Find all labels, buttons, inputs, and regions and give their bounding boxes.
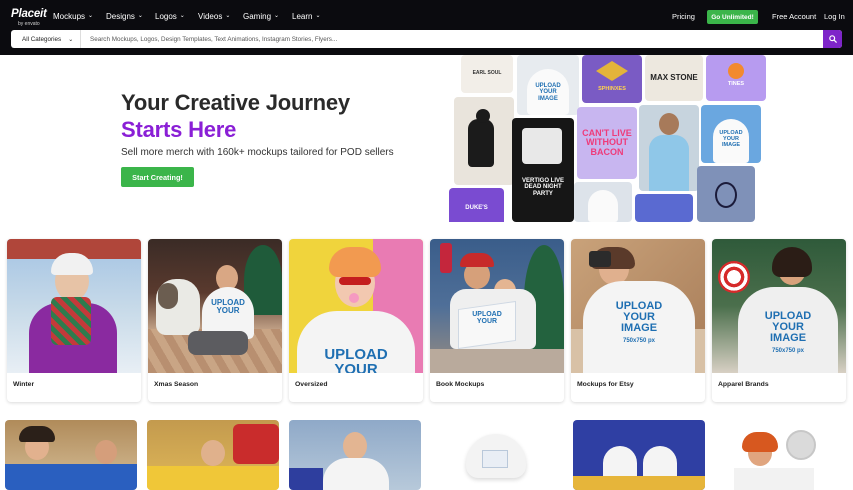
category-image: UPLOAD YOUR <box>430 239 564 373</box>
collage-tile[interactable]: UPLOAD YOUR IMAGE <box>701 105 761 163</box>
collage-tile-text: CAN'T LIVE WITHOUT BACON <box>582 127 632 157</box>
print-text: YOUR <box>476 318 498 325</box>
placeit-logo[interactable]: Placeit by envato <box>11 8 47 27</box>
nav-menu-label: Gaming <box>243 12 272 21</box>
search-icon <box>828 35 837 43</box>
nav-menu-label: Learn <box>292 12 313 21</box>
collage-tile-text: UPLOAD YOUR IMAGE <box>535 83 561 102</box>
collage-tile[interactable]: CAN'T LIVE WITHOUT BACON <box>577 107 637 179</box>
print-text: IMAGE <box>620 322 658 334</box>
pricing-link[interactable]: Pricing <box>672 12 695 21</box>
category-card-xmas-season[interactable]: UPLOAD YOUR Xmas Season <box>148 239 282 402</box>
category-image: UPLOAD YOUR IMAGE 750x750 px <box>571 239 705 373</box>
nav-menu-gaming[interactable]: Gaming ⌄ <box>243 12 279 21</box>
collage-tile[interactable]: SPHINXES <box>582 55 642 103</box>
category-card-apparel-brands[interactable]: UPLOAD YOUR IMAGE 750x750 px Apparel Brands <box>712 239 846 402</box>
chevron-down-icon: ⌄ <box>315 13 321 19</box>
nav-menu-label: Logos <box>155 12 177 21</box>
category-image: UPLOAD YOUR IMAGE 750x750 px <box>712 239 846 373</box>
collage-tile[interactable]: EARL SOUL <box>461 55 513 93</box>
collage-tile[interactable] <box>635 194 693 222</box>
hero-title: Your Creative Journey <box>121 90 350 115</box>
search-button[interactable] <box>823 30 842 48</box>
collage-tile[interactable]: MAX STONE <box>645 55 703 101</box>
nav-menu-label: Designs <box>106 12 135 21</box>
category-dropdown[interactable]: All Categories ⌄ <box>11 30 81 48</box>
collage-tile-text: TINES <box>727 81 745 87</box>
collage-tile-text: VERTIGO LIVE DEAD NIGHT PARTY <box>521 178 564 197</box>
category-image: UPLOAD YOUR <box>289 239 423 373</box>
free-account-link[interactable]: Free Account <box>772 12 816 21</box>
collage-tile-text: SPHINXES <box>598 86 626 92</box>
search-bar: All Categories ⌄ <box>11 30 842 48</box>
nav-menu-mockups[interactable]: Mockups ⌄ <box>53 12 93 21</box>
category-card-oversized[interactable]: UPLOAD YOUR Oversized <box>289 239 423 402</box>
print-text: UPLOAD <box>472 311 502 318</box>
category-image: UPLOAD YOUR <box>148 239 282 373</box>
chevron-down-icon: ⌄ <box>137 13 143 19</box>
chevron-down-icon: ⌄ <box>68 36 74 43</box>
category-card-mockups-for-etsy[interactable]: UPLOAD YOUR IMAGE 750x750 px Mockups for Et… <box>571 239 705 402</box>
chevron-down-icon: ⌄ <box>274 13 280 19</box>
category-card-book-mockups[interactable]: UPLOAD YOUR Book Mockups <box>430 239 564 402</box>
category-label: Xmas Season <box>154 381 199 388</box>
nav-menu-designs[interactable]: Designs ⌄ <box>106 12 143 21</box>
print-text: YOUR <box>334 361 378 373</box>
collage-tile-text: EARL SOUL <box>472 70 502 77</box>
top-navigation-bar: Placeit by envato Mockups ⌄ Designs ⌄ Lo… <box>0 0 853 55</box>
logo-subtext: by envato <box>18 20 40 27</box>
hero-title-highlight: Starts Here <box>121 117 237 142</box>
logo-wordmark: Placeit <box>11 8 47 20</box>
start-creating-button[interactable]: Start Creating! <box>121 167 194 187</box>
collage-tile[interactable]: UPLOAD YOUR IMAGE <box>517 55 579 115</box>
nav-menu-videos[interactable]: Videos ⌄ <box>198 12 230 21</box>
print-text: 750x750 px <box>622 338 656 344</box>
category-label: Mockups for Etsy <box>577 381 634 388</box>
chevron-down-icon: ⌄ <box>88 13 94 19</box>
category-label: Book Mockups <box>436 381 485 388</box>
print-text: IMAGE <box>769 332 807 344</box>
collage-tile[interactable]: VERTIGO LIVE DEAD NIGHT PARTY <box>512 118 574 222</box>
chevron-down-icon: ⌄ <box>225 13 231 19</box>
category-image <box>7 239 141 373</box>
collage-tile[interactable] <box>697 166 755 222</box>
login-link[interactable]: Log In <box>824 12 845 21</box>
collage-tile[interactable] <box>454 97 514 185</box>
collage-tile-text: DUKE'S <box>465 204 488 211</box>
category-card-winter[interactable]: Winter <box>7 239 141 402</box>
nav-menu-learn[interactable]: Learn ⌄ <box>292 12 321 21</box>
category-label: Oversized <box>295 381 328 388</box>
category-label: Apparel Brands <box>718 381 769 388</box>
collage-tile-text: UPLOAD YOUR IMAGE <box>719 130 743 148</box>
nav-menu-label: Mockups <box>53 12 86 21</box>
nav-menu-logos[interactable]: Logos ⌄ <box>155 12 185 21</box>
category-dropdown-value: All Categories <box>22 35 62 43</box>
collage-tile[interactable]: DUKE'S <box>449 188 504 222</box>
search-input[interactable] <box>83 30 823 48</box>
print-text: 750x750 px <box>771 348 805 354</box>
category-label: Winter <box>13 381 35 388</box>
collage-tile[interactable]: TINES <box>706 55 766 101</box>
collage-tile[interactable] <box>574 182 632 222</box>
print-text: YOUR <box>216 306 240 315</box>
chevron-down-icon: ⌄ <box>179 13 185 19</box>
hero-subtitle: Sell more merch with 160k+ mockups tailo… <box>121 147 394 158</box>
go-unlimited-button[interactable]: Go Unlimited! <box>707 10 758 24</box>
collage-tile[interactable] <box>639 105 699 191</box>
hero-mockup-collage: EARL SOUL DUKE'S UPLOAD YOUR IMAGE VERTI… <box>447 55 767 222</box>
nav-menu-label: Videos <box>198 12 223 21</box>
collage-tile-text: MAX STONE <box>650 72 698 82</box>
